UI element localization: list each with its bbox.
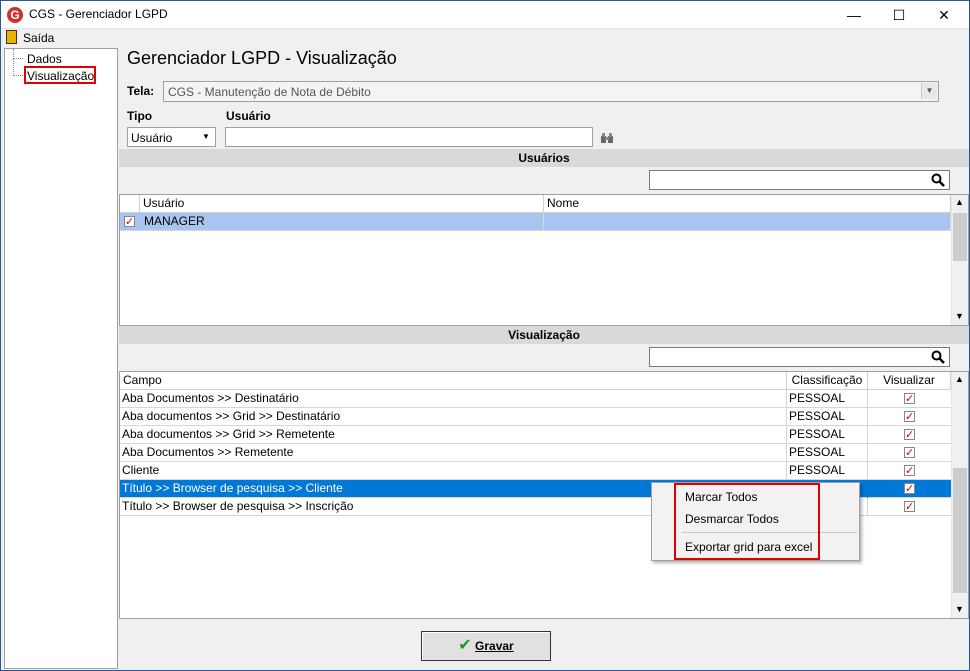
tree-connector: [13, 59, 23, 76]
cell-classificacao: PESSOAL: [787, 462, 868, 480]
users-col-nome[interactable]: Nome: [544, 195, 951, 213]
app-window: G CGS - Gerenciador LGPD — ☐ ✕ Saída Dad…: [0, 0, 970, 671]
tipo-select-value: Usuário: [131, 131, 173, 145]
chevron-down-icon: ▼: [921, 83, 937, 99]
cell-visualizar[interactable]: [868, 480, 951, 498]
close-icon[interactable]: ✕: [921, 1, 967, 29]
scroll-up-icon[interactable]: ▲: [955, 197, 964, 207]
menu-highlight-box: [674, 483, 820, 560]
selection-highlight-box: [24, 66, 96, 84]
users-grid-scrollbar[interactable]: ▲ ▼: [951, 195, 968, 325]
cell-campo: Aba Documentos >> Destinatário: [120, 390, 787, 408]
tree-connector: [13, 49, 23, 59]
users-col-usuario[interactable]: Usuário: [140, 195, 544, 213]
cell-usuario: MANAGER: [140, 213, 544, 231]
view-section-header: Visualização: [119, 326, 969, 344]
app-logo-icon: G: [7, 7, 23, 23]
users-section-header: Usuários: [119, 149, 969, 167]
usuario-input[interactable]: [225, 127, 593, 147]
save-button[interactable]: ✔ Gravar: [421, 631, 551, 661]
tipo-select[interactable]: Usuário ▼: [127, 127, 216, 147]
checkbox-icon[interactable]: [904, 499, 915, 516]
menu-exit[interactable]: Saída: [1, 29, 63, 47]
window-title: CGS - Gerenciador LGPD: [29, 7, 168, 21]
scroll-down-icon[interactable]: ▼: [955, 311, 964, 321]
users-grid-check-header: [120, 195, 140, 213]
cell-classificacao: PESSOAL: [787, 426, 868, 444]
scroll-down-icon[interactable]: ▼: [955, 604, 964, 614]
navigation-tree: Dados Visualização: [4, 48, 118, 669]
maximize-icon[interactable]: ☐: [876, 1, 922, 29]
table-row[interactable]: Cliente PESSOAL: [120, 462, 951, 480]
cell-campo: Aba documentos >> Grid >> Remetente: [120, 426, 787, 444]
cell-visualizar[interactable]: [868, 444, 951, 462]
menu-exit-label: Saída: [23, 31, 55, 45]
checkmark-icon: ✔: [458, 637, 472, 654]
cell-visualizar[interactable]: [868, 498, 951, 516]
table-row[interactable]: Aba Documentos >> Remetente PESSOAL: [120, 444, 951, 462]
view-col-campo[interactable]: Campo: [120, 372, 787, 390]
cell-classificacao: PESSOAL: [787, 408, 868, 426]
tela-select[interactable]: CGS - Manutenção de Nota de Débito ▼: [163, 81, 939, 102]
tela-select-value: CGS - Manutenção de Nota de Débito: [168, 85, 371, 99]
scrollbar-thumb[interactable]: [953, 213, 967, 261]
cell-visualizar[interactable]: [868, 426, 951, 444]
users-grid: Usuário Nome MANAGER ▲ ▼: [119, 194, 969, 326]
users-search-input[interactable]: [649, 170, 950, 190]
view-col-classificacao[interactable]: Classificação: [787, 372, 868, 390]
scroll-up-icon[interactable]: ▲: [955, 374, 964, 384]
checkbox-icon[interactable]: [904, 463, 915, 480]
cell-campo: Aba documentos >> Grid >> Destinatário: [120, 408, 787, 426]
table-row[interactable]: Aba Documentos >> Destinatário PESSOAL: [120, 390, 951, 408]
view-search-input[interactable]: [649, 347, 950, 367]
cell-nome: [544, 213, 951, 231]
tree-item-dados[interactable]: Dados: [27, 52, 62, 66]
door-exit-icon: [6, 30, 17, 44]
search-icon[interactable]: [931, 350, 945, 364]
checkbox-icon[interactable]: [904, 391, 915, 408]
view-grid-scrollbar[interactable]: ▲ ▼: [951, 372, 968, 618]
scrollbar-thumb[interactable]: [953, 468, 967, 593]
search-icon[interactable]: [931, 173, 945, 187]
table-row[interactable]: Aba documentos >> Grid >> Destinatário P…: [120, 408, 951, 426]
cell-visualizar[interactable]: [868, 408, 951, 426]
tipo-label: Tipo: [127, 109, 153, 123]
cell-classificacao: PESSOAL: [787, 444, 868, 462]
view-col-visualizar[interactable]: Visualizar: [868, 372, 951, 390]
checkbox-icon[interactable]: [904, 409, 915, 426]
cell-visualizar[interactable]: [868, 390, 951, 408]
checkbox-icon[interactable]: [904, 427, 915, 444]
table-row[interactable]: Aba documentos >> Grid >> Remetente PESS…: [120, 426, 951, 444]
tela-label: Tela:: [127, 84, 155, 98]
minimize-icon[interactable]: —: [831, 1, 877, 29]
title-bar: G CGS - Gerenciador LGPD — ☐ ✕: [1, 1, 969, 29]
usuario-label: Usuário: [226, 109, 271, 123]
page-title: Gerenciador LGPD - Visualização: [127, 48, 397, 68]
table-row[interactable]: MANAGER: [120, 213, 951, 231]
cell-visualizar[interactable]: [868, 462, 951, 480]
menu-bar: Saída: [1, 29, 969, 47]
checkbox-icon[interactable]: [904, 445, 915, 462]
cell-campo: Aba Documentos >> Remetente: [120, 444, 787, 462]
chevron-down-icon: ▼: [198, 129, 214, 145]
checkbox-icon[interactable]: [904, 481, 915, 498]
row-checkbox-cell[interactable]: [120, 213, 140, 231]
checkbox-icon[interactable]: [124, 214, 135, 231]
cell-classificacao: PESSOAL: [787, 390, 868, 408]
save-button-label: Gravar: [475, 639, 514, 653]
cell-campo: Cliente: [120, 462, 787, 480]
binoculars-icon[interactable]: [600, 132, 614, 144]
